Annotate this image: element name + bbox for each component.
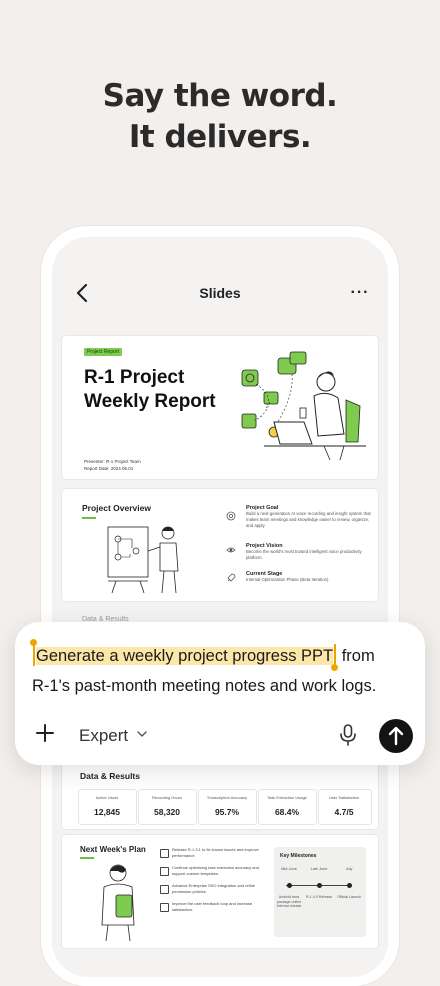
nav-bar: Slides ··· bbox=[52, 277, 388, 309]
presenter: Presenter: R-1 Project Team bbox=[84, 459, 141, 464]
milestones-title: Key Milestones bbox=[280, 853, 317, 859]
plan-item: Improve the user feedback loop and incre… bbox=[172, 901, 253, 912]
slide-meta: Presenter: R-1 Project Team Report Date:… bbox=[84, 458, 141, 472]
plan-item: Release R-1.3.1 to fix known issues and … bbox=[172, 847, 259, 858]
person-clipboard-illustration bbox=[101, 864, 135, 942]
title-line-2: Weekly Report bbox=[84, 391, 216, 412]
target-icon bbox=[226, 511, 236, 521]
stat-label: Recording Hours bbox=[151, 795, 182, 800]
stat-label: Task Extraction Usage bbox=[267, 795, 307, 800]
plan-item: Continue optimizing task extraction accu… bbox=[172, 865, 259, 876]
slide-overview[interactable]: Project Overview Project Goal Build a ne… bbox=[62, 489, 378, 623]
stat-label: Transcription Accuracy bbox=[206, 795, 248, 800]
milestone-date: July bbox=[345, 867, 353, 871]
title-underline bbox=[80, 857, 94, 859]
milestone-label: R-1.4.0 Release bbox=[306, 895, 332, 899]
checkbox-icon bbox=[160, 849, 169, 858]
title-underline bbox=[82, 517, 96, 519]
plus-icon[interactable] bbox=[35, 723, 55, 743]
stat-value: 4.7/5 bbox=[334, 807, 354, 817]
slide-data-results[interactable]: Data & Results Active Users 12,845 Recor… bbox=[62, 761, 378, 829]
microphone-icon[interactable] bbox=[338, 723, 358, 747]
stat-recording-hours: Recording Hours 58,320 bbox=[139, 795, 195, 817]
selected-text: Generate a weekly project progress PPT bbox=[36, 647, 334, 665]
selection-start-handle[interactable] bbox=[30, 639, 37, 666]
arrow-up-icon bbox=[388, 726, 404, 746]
title-line-1: R-1 Project bbox=[84, 367, 185, 388]
milestone-date: Late June bbox=[310, 867, 328, 871]
more-options-icon[interactable]: ··· bbox=[348, 283, 372, 303]
slide-title-heading: R-1 Project Weekly Report bbox=[84, 366, 234, 414]
goal-item-1: Project Goal Build a next-generation AI … bbox=[246, 505, 374, 529]
data-results-title: Data & Results bbox=[80, 771, 140, 781]
stat-user-satisfaction: User Satisfaction 4.7/5 bbox=[316, 795, 372, 817]
stat-value: 58,320 bbox=[154, 807, 180, 817]
send-button[interactable] bbox=[379, 719, 413, 753]
rocket-icon bbox=[227, 573, 236, 582]
stat-value: 68.4% bbox=[274, 807, 300, 817]
milestone-dot bbox=[317, 883, 322, 888]
mode-selector[interactable]: Expert bbox=[79, 726, 128, 746]
nav-title: Slides bbox=[199, 285, 241, 301]
headline-line-1: Say the word. bbox=[102, 78, 338, 114]
stage-text: Internal Optimization Phase (Beta Iterat… bbox=[246, 577, 329, 582]
milestone-label: Official Launch bbox=[337, 895, 361, 899]
goal-text: Build a next-generation AI voice recordi… bbox=[246, 511, 371, 528]
stat-task-extraction: Task Extraction Usage 68.4% bbox=[259, 795, 315, 817]
milestone-date: Mid-June bbox=[281, 867, 297, 871]
chevron-down-icon[interactable] bbox=[136, 728, 148, 740]
selection-end-handle[interactable] bbox=[331, 644, 339, 671]
headline: Say the word. It delivers. bbox=[0, 76, 440, 158]
checkbox-icon bbox=[160, 885, 169, 894]
prompt-text-rest: from bbox=[337, 647, 375, 665]
phone-screen: Slides ··· Project Report R-1 Project We… bbox=[52, 237, 388, 977]
checkbox-icon bbox=[160, 903, 169, 912]
goal-item-3: Current Stage Internal Optimization Phas… bbox=[246, 571, 374, 583]
prompt-text[interactable]: Generate a weekly project progress PPT f… bbox=[30, 639, 417, 701]
stat-value: 95.7% bbox=[214, 807, 240, 817]
milestone-dot bbox=[347, 883, 352, 888]
stat-transcription-accuracy: Transcription Accuracy 95.7% bbox=[199, 795, 255, 817]
slide-next-week[interactable]: Next Week's Plan Release R-1.3.1 to fix … bbox=[62, 835, 378, 948]
prompt-card: Generate a weekly project progress PPT f… bbox=[15, 622, 425, 765]
vision-text: Become the world's most trusted intellig… bbox=[246, 549, 362, 560]
next-week-title: Next Week's Plan bbox=[80, 845, 146, 854]
eye-icon bbox=[226, 547, 236, 553]
milestone-dot bbox=[287, 883, 292, 888]
headline-line-2: It delivers. bbox=[128, 119, 312, 155]
presenter-board-illustration bbox=[107, 526, 179, 594]
goal-item-2: Project Vision Become the world's most t… bbox=[246, 543, 374, 561]
prompt-text-line-2: R-1's past-month meeting notes and work … bbox=[32, 677, 377, 695]
key-milestones: Key Milestones Mid-June Late June July A… bbox=[274, 847, 366, 937]
stat-value: 12,845 bbox=[94, 807, 120, 817]
stat-label: User Satisfaction bbox=[328, 795, 360, 800]
stat-active-users: Active Users 12,845 bbox=[79, 795, 135, 817]
person-laptop-illustration bbox=[241, 351, 366, 461]
slide-title[interactable]: Project Report R-1 Project Weekly Report… bbox=[62, 336, 378, 479]
project-report-tag: Project Report bbox=[84, 348, 122, 356]
overview-title: Project Overview bbox=[82, 503, 151, 513]
stat-label: Active Users bbox=[95, 795, 119, 800]
milestone-label: Android beta package online Internal rel… bbox=[276, 895, 302, 908]
report-date: Report Date: 2024.06.01 bbox=[84, 466, 134, 471]
plan-item: Advance Enterprise SSO integration and r… bbox=[172, 883, 256, 894]
checkbox-icon bbox=[160, 867, 169, 876]
